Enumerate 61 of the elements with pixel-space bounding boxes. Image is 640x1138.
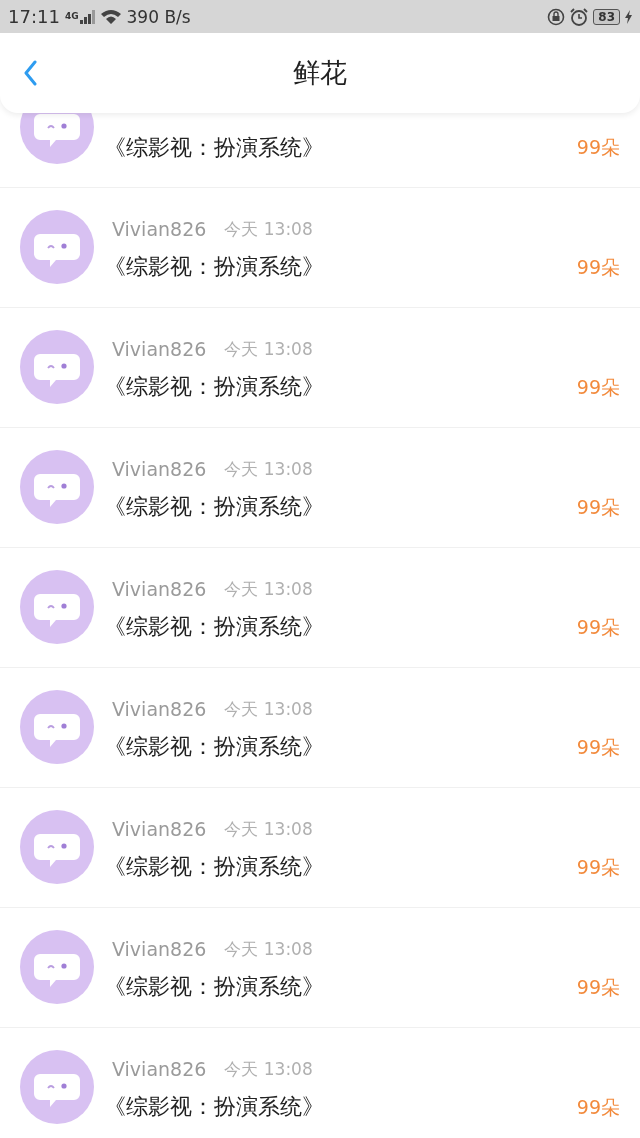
- book-title: 《综影视：扮演系统》: [104, 1093, 325, 1121]
- timestamp: 今天 13:08: [224, 937, 313, 961]
- network-speed: 390 B/s: [126, 6, 191, 27]
- avatar-icon: [20, 810, 94, 884]
- user-name: Vivian826: [112, 218, 207, 240]
- flower-count: 99朵: [576, 615, 620, 640]
- timestamp: 今天 13:08: [224, 697, 313, 721]
- alarm-icon: [570, 7, 589, 26]
- list-item[interactable]: Vivian826 今天 13:08 《综影视：扮演系统》 99朵: [0, 428, 640, 548]
- book-title: 《综影视：扮演系统》: [104, 493, 325, 521]
- avatar-icon: [20, 330, 94, 404]
- avatar-icon: [20, 690, 94, 764]
- user-name: Vivian826: [112, 1058, 207, 1080]
- list-item[interactable]: Vivian826 今天 13:08 《综影视：扮演系统》 99朵: [0, 188, 640, 308]
- list-item[interactable]: 《综影视：扮演系统》 99朵: [0, 113, 640, 188]
- user-name: Vivian826: [112, 338, 207, 360]
- user-name: Vivian826: [112, 938, 207, 960]
- timestamp: 今天 13:08: [224, 457, 313, 481]
- flower-count: 99朵: [576, 495, 620, 520]
- avatar-icon: [20, 930, 94, 1004]
- status-time: 17:11: [8, 6, 60, 27]
- list-item[interactable]: Vivian826 今天 13:08 《综影视：扮演系统》 99朵: [0, 1028, 640, 1138]
- user-name: Vivian826: [112, 578, 207, 600]
- flower-count: 99朵: [576, 375, 620, 400]
- flower-count: 99朵: [576, 1095, 620, 1120]
- user-name: Vivian826: [112, 458, 207, 480]
- list-item[interactable]: Vivian826 今天 13:08 《综影视：扮演系统》 99朵: [0, 668, 640, 788]
- list-item[interactable]: Vivian826 今天 13:08 《综影视：扮演系统》 99朵: [0, 788, 640, 908]
- flower-count: 99朵: [576, 255, 620, 280]
- book-title: 《综影视：扮演系统》: [104, 134, 325, 162]
- charging-icon: [625, 9, 632, 24]
- wifi-icon: [99, 8, 122, 25]
- flower-count: 99朵: [576, 975, 620, 1000]
- timestamp: 今天 13:08: [224, 337, 313, 361]
- book-title: 《综影视：扮演系统》: [104, 973, 325, 1001]
- battery-level: 83: [593, 8, 620, 25]
- avatar-icon: [20, 210, 94, 284]
- flower-count: 99朵: [576, 855, 620, 880]
- timestamp: 今天 13:08: [224, 217, 313, 241]
- timestamp: 今天 13:08: [224, 817, 313, 841]
- book-title: 《综影视：扮演系统》: [104, 733, 325, 761]
- list-item[interactable]: Vivian826 今天 13:08 《综影视：扮演系统》 99朵: [0, 308, 640, 428]
- page-title: 鲜花: [292, 56, 348, 90]
- network-type: 4G: [64, 11, 79, 21]
- book-title: 《综影视：扮演系统》: [104, 613, 325, 641]
- book-title: 《综影视：扮演系统》: [104, 373, 325, 401]
- flower-count: 99朵: [576, 135, 620, 160]
- list-item[interactable]: Vivian826 今天 13:08 《综影视：扮演系统》 99朵: [0, 548, 640, 668]
- user-name: Vivian826: [112, 818, 207, 840]
- avatar-icon: [20, 1050, 94, 1124]
- user-name: Vivian826: [112, 698, 207, 720]
- signal-icon: [79, 9, 95, 24]
- timestamp: 今天 13:08: [224, 1057, 313, 1081]
- list-item[interactable]: Vivian826 今天 13:08 《综影视：扮演系统》 99朵: [0, 908, 640, 1028]
- book-title: 《综影视：扮演系统》: [104, 253, 325, 281]
- avatar-icon: [20, 570, 94, 644]
- flower-count: 99朵: [576, 735, 620, 760]
- avatar-icon: [20, 450, 94, 524]
- timestamp: 今天 13:08: [224, 577, 313, 601]
- rotation-lock-icon: [547, 7, 566, 26]
- book-title: 《综影视：扮演系统》: [104, 853, 325, 881]
